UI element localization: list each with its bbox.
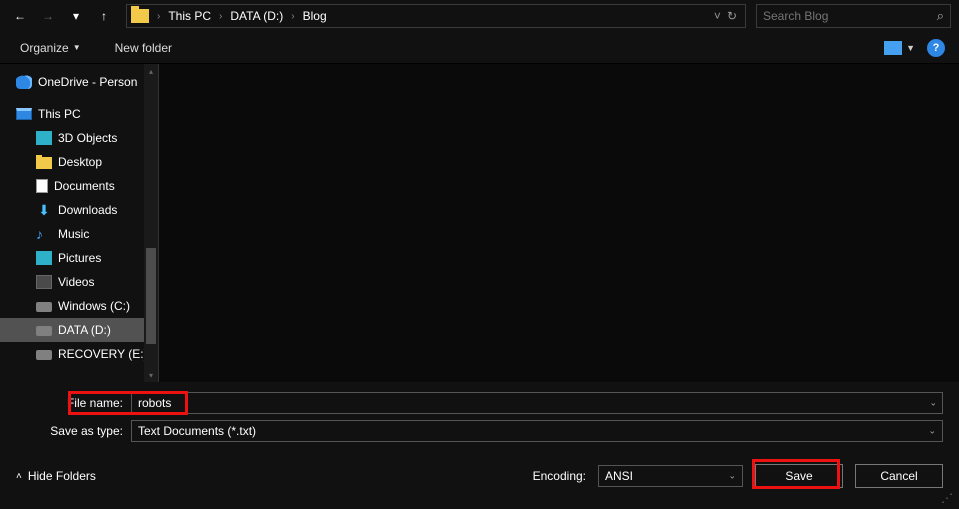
download-icon: ⬇	[36, 203, 52, 217]
music-icon: ♪	[36, 227, 52, 241]
tree-label: 3D Objects	[58, 131, 117, 145]
cancel-button[interactable]: Cancel	[855, 464, 943, 488]
dialog-footer: ˄ Hide Folders Encoding: ANSI ⌄ Save Can…	[0, 454, 959, 498]
breadcrumb-blog[interactable]: Blog	[297, 9, 333, 23]
nav-up-button[interactable]: ↑	[92, 4, 116, 28]
tree-scrollbar[interactable]: ▴ ▾	[144, 64, 158, 382]
resize-grip-icon[interactable]: ⋰	[941, 491, 953, 505]
chevron-down-icon: ▼	[906, 43, 915, 53]
chevron-down-icon: ▼	[73, 43, 81, 52]
help-icon[interactable]: ?	[927, 39, 945, 57]
search-input[interactable]	[763, 9, 937, 23]
pictures-icon	[36, 251, 52, 265]
tree-label: Music	[58, 227, 89, 241]
tree-item-documents[interactable]: Documents	[0, 174, 158, 198]
nav-recent-button[interactable]: ▾	[64, 4, 88, 28]
saveastype-label: Save as type:	[16, 424, 131, 438]
tree-onedrive[interactable]: OneDrive - Person	[0, 70, 158, 94]
drive-icon	[36, 350, 52, 360]
tree-item-windows-c[interactable]: Windows (C:)	[0, 294, 158, 318]
3d-icon	[36, 131, 52, 145]
scroll-down-icon[interactable]: ▾	[144, 368, 158, 382]
tree-label: RECOVERY (E:)	[58, 347, 148, 361]
encoding-select[interactable]: ANSI ⌄	[598, 465, 743, 487]
refresh-icon[interactable]: ↻	[727, 9, 737, 23]
tree-label: Pictures	[58, 251, 101, 265]
documents-icon	[36, 179, 48, 193]
breadcrumb-this-pc[interactable]: This PC	[162, 9, 217, 23]
chevron-right-icon: ›	[217, 11, 224, 22]
scroll-thumb[interactable]	[146, 248, 156, 344]
filename-label: File name:	[16, 396, 131, 410]
organize-label: Organize	[20, 41, 69, 55]
view-icon	[884, 41, 902, 55]
videos-icon	[36, 275, 52, 289]
search-field[interactable]: ⌕	[756, 4, 951, 28]
tree-item-downloads[interactable]: ⬇ Downloads	[0, 198, 158, 222]
nav-tree: OneDrive - Person This PC 3D Objects Des…	[0, 64, 158, 382]
tree-item-3d-objects[interactable]: 3D Objects	[0, 126, 158, 150]
chevron-down-icon: ⌄	[928, 426, 936, 437]
hide-folders-button[interactable]: ˄ Hide Folders	[16, 469, 96, 483]
hide-folders-label: Hide Folders	[28, 469, 96, 483]
breadcrumb-data-d[interactable]: DATA (D:)	[224, 9, 289, 23]
tree-item-data-d[interactable]: DATA (D:)	[0, 318, 158, 342]
chevron-down-icon: ⌄	[728, 471, 736, 482]
tree-this-pc[interactable]: This PC	[0, 102, 158, 126]
tree-label: Downloads	[58, 203, 117, 217]
save-button[interactable]: Save	[755, 464, 843, 488]
tree-label: Documents	[54, 179, 115, 193]
drive-icon	[36, 302, 52, 312]
file-list-pane[interactable]	[158, 64, 959, 382]
encoding-label: Encoding:	[533, 469, 586, 483]
folder-icon	[131, 9, 149, 23]
tree-label: Desktop	[58, 155, 102, 169]
tree-item-pictures[interactable]: Pictures	[0, 246, 158, 270]
encoding-value: ANSI	[605, 469, 633, 483]
view-options-button[interactable]: ▼	[884, 41, 915, 55]
saveastype-select[interactable]: Text Documents (*.txt) ⌄	[131, 420, 943, 442]
tree-label: Windows (C:)	[58, 299, 130, 313]
tree-item-music[interactable]: ♪ Music	[0, 222, 158, 246]
new-folder-button[interactable]: New folder	[109, 37, 178, 59]
chevron-right-icon: ›	[155, 11, 162, 22]
scroll-up-icon[interactable]: ▴	[144, 64, 158, 78]
address-bar-row: ← → ▾ ↑ › This PC › DATA (D:) › Blog ˅ ↻…	[0, 0, 959, 32]
tree-item-videos[interactable]: Videos	[0, 270, 158, 294]
chevron-right-icon: ›	[289, 11, 296, 22]
main-area: OneDrive - Person This PC 3D Objects Des…	[0, 64, 959, 382]
nav-forward-button[interactable]: →	[36, 4, 60, 28]
onedrive-icon	[16, 75, 32, 89]
tree-item-desktop[interactable]: Desktop	[0, 150, 158, 174]
folder-icon	[36, 157, 52, 169]
address-dropdown-icon[interactable]: ˅	[714, 9, 721, 23]
drive-icon	[36, 326, 52, 336]
pc-icon	[16, 108, 32, 120]
filename-input[interactable]	[131, 392, 943, 414]
tree-item-recovery-e[interactable]: RECOVERY (E:)	[0, 342, 158, 366]
nav-back-button[interactable]: ←	[8, 4, 32, 28]
organize-button[interactable]: Organize ▼	[14, 37, 87, 59]
tree-label: Videos	[58, 275, 94, 289]
toolbar: Organize ▼ New folder ▼ ?	[0, 32, 959, 64]
chevron-up-icon: ˄	[16, 471, 22, 482]
tree-label: This PC	[38, 107, 81, 121]
tree-label: OneDrive - Person	[38, 75, 137, 89]
breadcrumb[interactable]: › This PC › DATA (D:) › Blog ˅ ↻	[126, 4, 746, 28]
tree-label: DATA (D:)	[58, 323, 111, 337]
search-icon[interactable]: ⌕	[937, 8, 944, 24]
save-form: File name: ⌄ Save as type: Text Document…	[0, 382, 959, 454]
saveastype-value: Text Documents (*.txt)	[138, 424, 256, 438]
chevron-down-icon[interactable]: ⌄	[929, 398, 937, 409]
